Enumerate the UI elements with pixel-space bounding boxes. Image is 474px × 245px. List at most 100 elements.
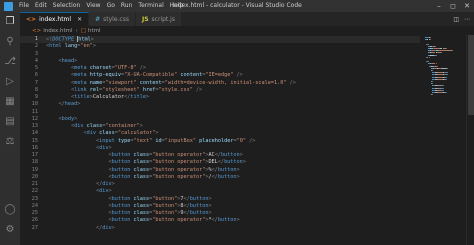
source-control-icon[interactable]: ⎇ xyxy=(4,56,16,68)
code-text: <div class="container"> xyxy=(46,123,143,130)
line-number: 10 xyxy=(31,101,38,108)
code-line[interactable]: 17 <button class="button operator">AC</b… xyxy=(20,152,420,159)
minimap-line xyxy=(446,76,448,78)
search-icon[interactable]: ⚲ xyxy=(4,36,16,48)
menu-terminal[interactable]: Terminal xyxy=(138,0,163,12)
code-line[interactable]: 8 <link rel="stylesheet" href="style.css… xyxy=(20,87,420,94)
tab-style-css[interactable]: # style.css xyxy=(89,12,136,26)
code-token: title xyxy=(130,94,146,100)
code-editor[interactable]: 1 <!DOCTYPE html> 2 <html lang="en"> 3 4 <hea… xyxy=(20,35,420,245)
split-editor-icon[interactable]: ◫ xyxy=(453,16,459,23)
code-line[interactable]: 22 <div> xyxy=(20,188,420,195)
code-token: "inputBox" xyxy=(164,137,196,144)
code-line[interactable]: 16 <div> xyxy=(20,145,420,152)
tab-script-js[interactable]: JS script.js xyxy=(135,12,182,26)
more-actions-icon[interactable]: ⋯ xyxy=(464,16,470,23)
code-line[interactable]: 11 xyxy=(20,109,420,116)
menu-run[interactable]: Run xyxy=(121,0,133,12)
menu-help[interactable]: Help xyxy=(170,0,184,12)
code-token: > xyxy=(236,217,240,224)
code-token: button xyxy=(189,202,209,209)
code-token: button xyxy=(189,195,209,202)
line-number: 22 xyxy=(31,188,38,195)
code-line[interactable]: 24 <button class="button">8</button> xyxy=(20,203,420,210)
minimap-line xyxy=(430,39,432,41)
minimap[interactable] xyxy=(425,35,465,245)
code-line[interactable]: 13 <div class="container"> xyxy=(20,123,420,130)
code-token: > xyxy=(208,202,212,209)
menu-file[interactable]: File xyxy=(19,0,29,12)
scrollbar-thumb[interactable] xyxy=(468,35,474,115)
line-number: 16 xyxy=(31,144,38,151)
code-line[interactable]: 1 <!DOCTYPE html> xyxy=(20,36,420,44)
code-line[interactable]: 20 <button class="button operator">/</bu… xyxy=(20,174,420,181)
breadcrumb-element[interactable]: html xyxy=(88,28,101,34)
minimap-line xyxy=(443,89,445,91)
code-line[interactable]: 3 xyxy=(20,51,420,58)
minimap-line xyxy=(446,78,448,80)
code-line[interactable]: 23 <button class="button">7</button> xyxy=(20,196,420,203)
code-line[interactable]: 21 </div> xyxy=(20,181,420,188)
code-token: "0" xyxy=(236,137,246,144)
code-line[interactable]: 9 <title>Calculator</title> xyxy=(20,94,420,101)
minimap-line xyxy=(435,63,437,65)
code-line[interactable]: 14 <div class="calculator"> xyxy=(20,130,420,137)
code-text: <button class="button operator">%</butto… xyxy=(46,166,239,174)
code-token: > xyxy=(236,173,240,180)
code-line[interactable]: 15 <input type="text" id="inputBox" plac… xyxy=(20,138,420,145)
element-icon: □ xyxy=(80,27,86,34)
code-token: !DOCTYPE xyxy=(49,36,75,43)
code-token: > xyxy=(74,57,78,64)
code-line[interactable]: 4 <head> xyxy=(20,58,420,65)
code-token: button xyxy=(217,173,237,180)
run-debug-icon[interactable]: ▷ xyxy=(4,76,16,88)
code-token: > xyxy=(139,123,143,129)
remote-explorer-icon[interactable]: ▤ xyxy=(4,116,16,128)
line-number: 26 xyxy=(31,217,38,224)
code-line[interactable]: 5 <meta charset="UTF-8" /> xyxy=(20,65,420,72)
code-token: "button operator" xyxy=(152,166,206,173)
menu-go[interactable]: Go xyxy=(107,0,115,12)
close-tab-icon[interactable]: ✕ xyxy=(77,16,82,23)
minimap-line xyxy=(428,56,430,58)
extensions-icon[interactable]: ▦ xyxy=(4,96,16,108)
line-number: 17 xyxy=(31,152,38,158)
chevron-right-icon: › xyxy=(75,27,78,34)
code-line[interactable]: 18 <button class="button operator">DEL</… xyxy=(20,159,420,166)
code-line[interactable]: 25 <button class="button">9</button> xyxy=(20,210,420,217)
code-line[interactable]: 27 </div> xyxy=(20,225,420,232)
code-line[interactable]: 7 <meta name="viewport" content="width=d… xyxy=(20,80,420,87)
menu-selection[interactable]: Selection xyxy=(53,0,81,12)
code-token: class xyxy=(99,130,115,137)
code-line[interactable]: 2 <html lang="en"> xyxy=(20,43,420,50)
line-number: 6 xyxy=(34,72,38,79)
code-token: button xyxy=(217,217,237,224)
line-number: 2 xyxy=(34,43,38,50)
code-token: /> xyxy=(136,65,146,71)
code-line[interactable]: 12 <body> xyxy=(20,116,420,123)
menu-edit[interactable]: Edit xyxy=(35,0,47,12)
code-line[interactable]: 19 <button class="button operator">%</bu… xyxy=(20,167,420,174)
code-line[interactable]: 26 <button class="button operator">*</bu… xyxy=(20,217,420,224)
testing-icon[interactable]: ⚖ xyxy=(4,136,16,148)
breadcrumb-file[interactable]: index.html xyxy=(43,28,72,34)
minimize-icon[interactable]: – xyxy=(432,0,446,12)
code-token: class xyxy=(133,195,150,202)
explorer-icon[interactable]: ❐ xyxy=(4,16,16,28)
tab-index-html[interactable]: <> index.html ✕ xyxy=(20,12,90,26)
breadcrumb: <> index.html › □ html xyxy=(20,26,474,35)
code-line[interactable]: 10 </head> xyxy=(20,101,420,108)
settings-gear-icon[interactable]: ⚙ xyxy=(4,224,16,236)
tab-label: style.css xyxy=(103,15,129,23)
vertical-scrollbar[interactable] xyxy=(466,35,474,245)
maximize-icon[interactable]: ◻ xyxy=(446,0,460,12)
code-line[interactable]: 6 <meta http-equiv="X-UA-Compatible" con… xyxy=(20,72,420,79)
close-window-icon[interactable]: ✕ xyxy=(460,0,474,12)
menu-view[interactable]: View xyxy=(86,0,100,12)
code-text: </div> xyxy=(46,225,115,232)
code-text: <button class="button operator">/</butto… xyxy=(46,173,240,181)
tab-label: index.html xyxy=(39,16,72,23)
account-icon[interactable]: ◯ xyxy=(4,204,16,216)
